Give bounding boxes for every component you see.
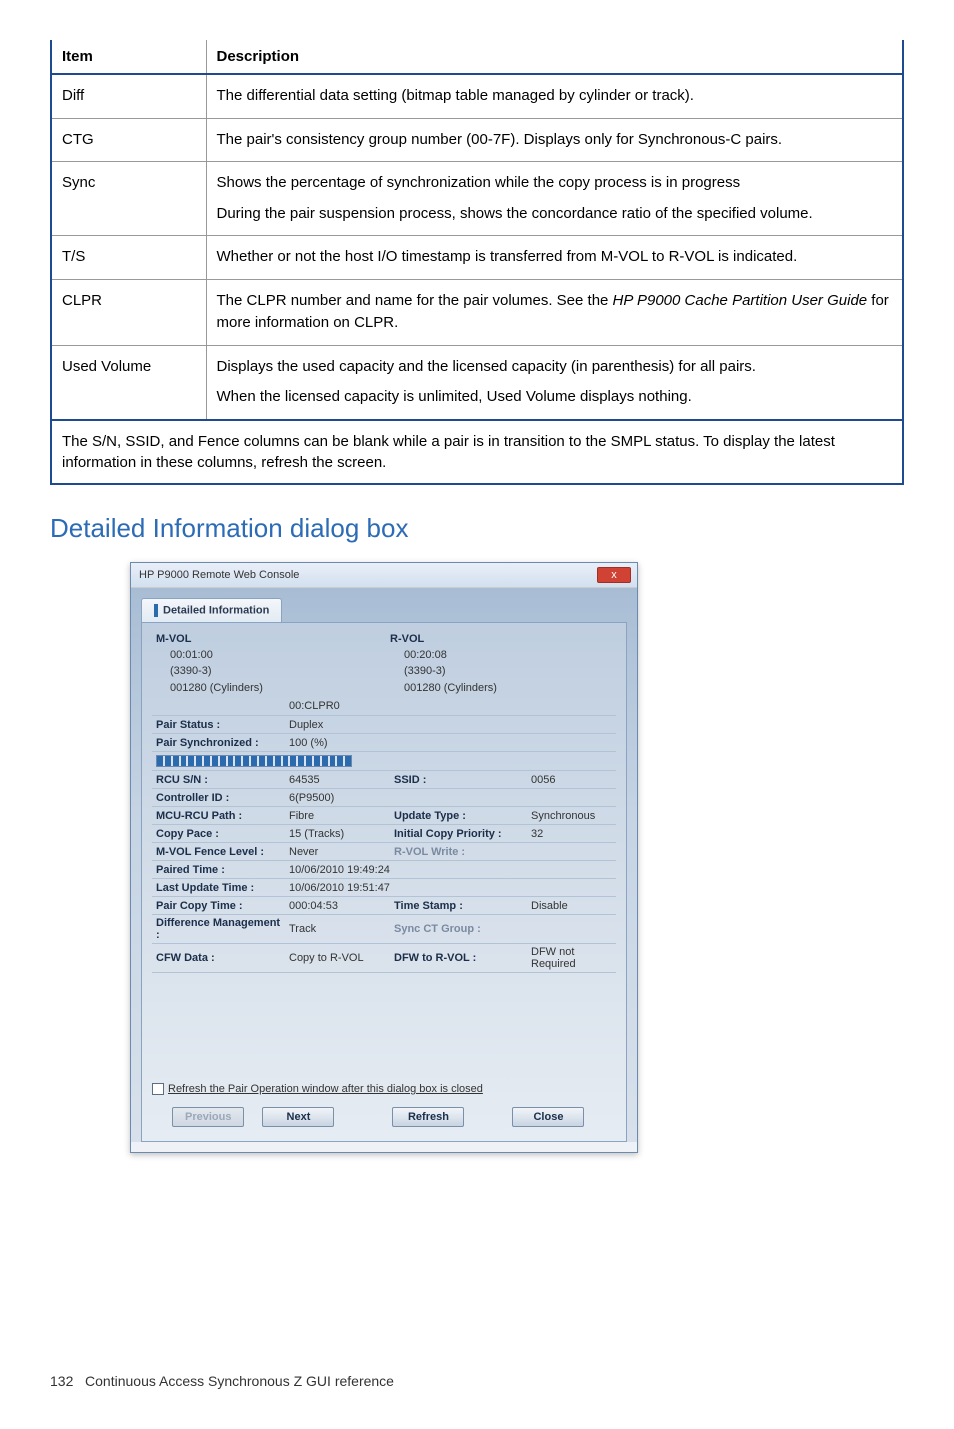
row-paired-time: Paired Time : 10/06/2010 19:49:24 [152,861,616,879]
refresh-button[interactable]: Refresh [392,1107,464,1127]
row-cfw-data: CFW Data : Copy to R-VOL DFW to R-VOL : … [152,944,616,973]
clpr-value: 00:CLPR0 [152,698,616,716]
detailed-information-dialog: HP P9000 Remote Web Console x Detailed I… [130,562,638,1154]
col-description: Description [206,40,903,74]
item-description-table: Item Description Diff The differential d… [50,40,904,421]
table-row: CLPR The CLPR number and name for the pa… [51,279,903,345]
rvol-section: R-VOL 00:20:08 (3390-3) 001280 (Cylinder… [386,631,616,699]
footer-text: Continuous Access Synchronous Z GUI refe… [85,1373,394,1389]
page-footer: 132 Continuous Access Synchronous Z GUI … [50,1373,904,1389]
close-button[interactable]: Close [512,1107,584,1127]
tab-detailed-information[interactable]: Detailed Information [141,598,282,622]
close-icon[interactable]: x [597,567,631,583]
row-mvol-fence: M-VOL Fence Level : Never R-VOL Write : [152,843,616,861]
section-heading: Detailed Information dialog box [50,513,904,544]
table-row: Used Volume Displays the used capacity a… [51,345,903,420]
table-row: Diff The differential data setting (bitm… [51,74,903,118]
row-last-update: Last Update Time : 10/06/2010 19:51:47 [152,879,616,897]
table-row: T/S Whether or not the host I/O timestam… [51,236,903,280]
table-row: CTG The pair's consistency group number … [51,118,903,162]
row-mcu-rcu-path: MCU-RCU Path : Fibre Update Type : Synch… [152,807,616,825]
previous-button[interactable]: Previous [172,1107,244,1127]
row-pair-status: Pair Status : Duplex [152,716,616,734]
table-footnote: The S/N, SSID, and Fence columns can be … [50,421,904,485]
window-title: HP P9000 Remote Web Console [139,569,299,581]
page-number: 132 [50,1373,73,1389]
row-diff-mgmt: Difference Management : Track Sync CT Gr… [152,915,616,944]
row-pair-copy-time: Pair Copy Time : 000:04:53 Time Stamp : … [152,897,616,915]
refresh-checkbox-row: Refresh the Pair Operation window after … [152,1083,616,1095]
row-controller-id: Controller ID : 6(P9500) [152,789,616,807]
mvol-section: M-VOL 00:01:00 (3390-3) 001280 (Cylinder… [152,631,382,699]
tab-marker-icon [154,604,158,617]
row-pair-synchronized: Pair Synchronized : 100 (%) [152,734,616,752]
row-rcu-sn: RCU S/N : 64535 SSID : 0056 [152,771,616,789]
table-row: Sync Shows the percentage of synchroniza… [51,162,903,236]
dialog-titlebar: HP P9000 Remote Web Console x [131,563,637,588]
refresh-checkbox[interactable] [152,1083,164,1095]
refresh-checkbox-label[interactable]: Refresh the Pair Operation window after … [168,1083,483,1095]
col-item: Item [51,40,206,74]
progress-row [152,752,616,771]
row-copy-pace: Copy Pace : 15 (Tracks) Initial Copy Pri… [152,825,616,843]
next-button[interactable]: Next [262,1107,334,1127]
sync-progress-bar [156,755,352,767]
